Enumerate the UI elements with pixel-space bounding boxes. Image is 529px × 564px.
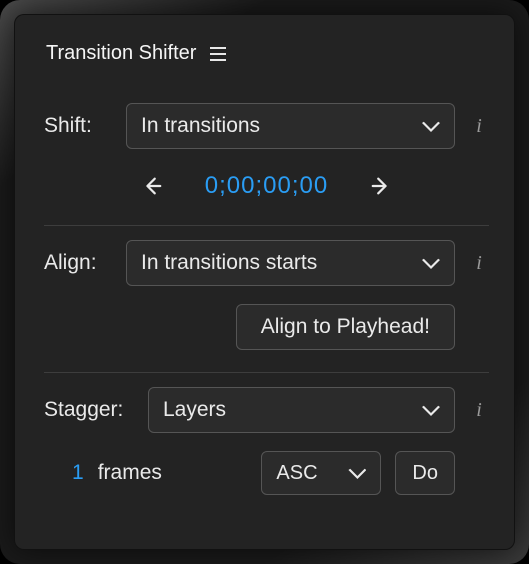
align-label: Align: [44, 251, 112, 275]
stagger-unit: frames [98, 461, 162, 485]
stagger-section: Stagger: Layers i 1 frames ASC Do [44, 373, 489, 503]
stagger-controls: 1 frames ASC Do [44, 451, 489, 495]
align-button-row: Align to Playhead! [44, 304, 489, 350]
stagger-count[interactable]: 1 [48, 461, 84, 485]
align-select-value: In transitions starts [141, 251, 317, 275]
shift-select-value: In transitions [141, 114, 260, 138]
shift-label: Shift: [44, 114, 112, 138]
chevron-down-icon [422, 404, 440, 416]
panel-header: Transition Shifter [44, 42, 489, 65]
arrow-left-icon [141, 175, 163, 197]
info-icon[interactable]: i [469, 400, 489, 420]
chevron-down-icon [348, 467, 366, 479]
align-to-playhead-button[interactable]: Align to Playhead! [236, 304, 455, 350]
transition-shifter-panel: Transition Shifter Shift: In transitions… [14, 14, 515, 550]
stagger-select[interactable]: Layers [148, 387, 455, 433]
align-row: Align: In transitions starts i [44, 240, 489, 286]
shift-select[interactable]: In transitions [126, 103, 455, 149]
shift-prev-button[interactable] [135, 169, 169, 203]
stagger-do-label: Do [412, 462, 438, 485]
stagger-order-select[interactable]: ASC [261, 451, 381, 495]
stagger-row: Stagger: Layers i [44, 387, 489, 433]
shift-row: Shift: In transitions i [44, 103, 489, 149]
panel-title: Transition Shifter [46, 42, 196, 65]
info-icon[interactable]: i [469, 253, 489, 273]
align-section: Align: In transitions starts i Align to … [44, 226, 489, 372]
timecode-row: 0;00;00;00 [44, 169, 489, 203]
stagger-select-value: Layers [163, 398, 226, 422]
shift-section: Shift: In transitions i 0;00;00;00 [44, 89, 489, 225]
stagger-order-value: ASC [276, 462, 317, 485]
info-icon[interactable]: i [469, 116, 489, 136]
shift-timecode[interactable]: 0;00;00;00 [205, 172, 328, 200]
align-button-label: Align to Playhead! [261, 315, 430, 339]
shift-next-button[interactable] [364, 169, 398, 203]
stagger-do-button[interactable]: Do [395, 451, 455, 495]
chevron-down-icon [422, 120, 440, 132]
arrow-right-icon [370, 175, 392, 197]
panel-menu-icon[interactable] [210, 47, 226, 61]
panel-frame: Transition Shifter Shift: In transitions… [0, 0, 529, 564]
stagger-label: Stagger: [44, 398, 134, 422]
chevron-down-icon [422, 257, 440, 269]
align-select[interactable]: In transitions starts [126, 240, 455, 286]
